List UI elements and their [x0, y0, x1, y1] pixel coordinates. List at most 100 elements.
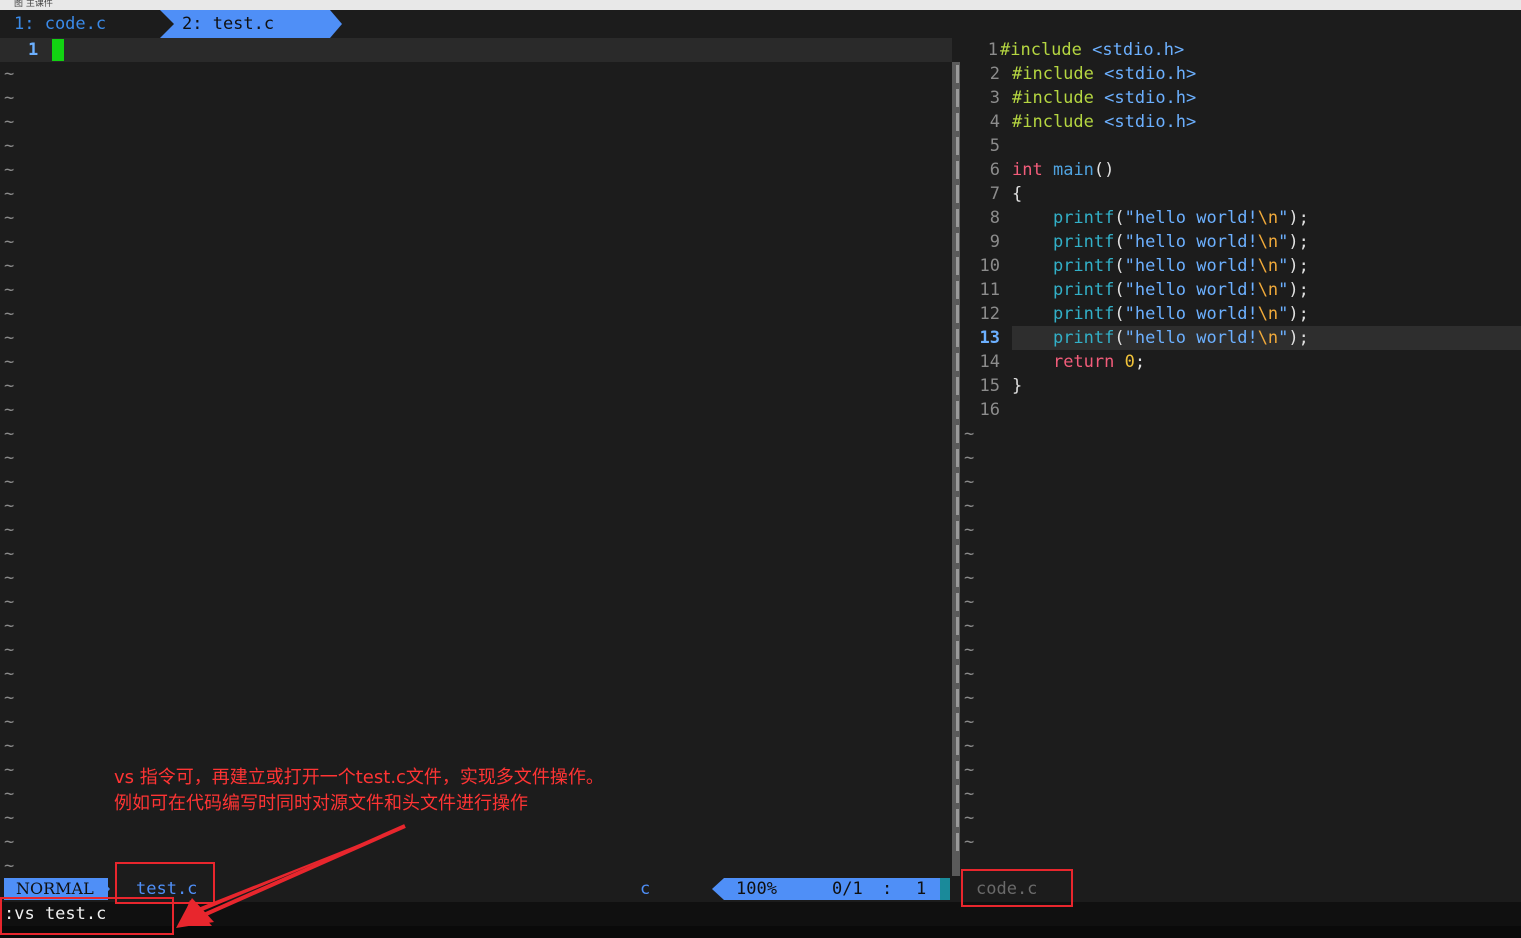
code-line: 5 — [956, 134, 1521, 158]
tilde-marker: ~ — [4, 784, 15, 804]
text-cursor — [52, 39, 64, 61]
code-text: int main() — [1012, 160, 1115, 180]
line-number: 11 — [979, 280, 1000, 300]
status-col-separator: : — [882, 879, 893, 899]
tilde-marker: ~ — [4, 712, 15, 732]
tilde-marker: ~ — [4, 376, 15, 396]
split-bar — [956, 281, 959, 299]
code-text: { — [1012, 184, 1023, 204]
line-number: 2 — [989, 64, 1000, 84]
tilde-marker: ~ — [4, 832, 15, 852]
code-line: 1 #include <stdio.h> — [960, 38, 1521, 62]
tilde-marker: ~ — [4, 304, 15, 324]
status-column: 1 — [916, 879, 927, 899]
split-bar — [956, 185, 959, 203]
code-text: #include <stdio.h> — [1000, 40, 1185, 60]
highlight-box-right-filename — [961, 869, 1073, 907]
line-number: 15 — [979, 376, 1000, 396]
code-line: 10 printf("hello world!\n"); — [956, 254, 1521, 278]
highlight-box-command — [0, 897, 174, 935]
command-line[interactable]: :vs test.c — [0, 902, 1521, 926]
right-editor-window[interactable]: 1 #include <stdio.h> 2 #include <stdio.h> 3 #… — [956, 38, 1521, 876]
split-bar — [956, 329, 959, 347]
code-line: 6 int main() — [956, 158, 1521, 182]
tilde-marker: ~ — [4, 568, 15, 588]
line-number: 8 — [989, 208, 1000, 228]
split-bar — [956, 161, 959, 179]
tilde-marker: ~ — [4, 544, 15, 564]
line-number: 14 — [979, 352, 1000, 372]
code-line: 11 printf("hello world!\n"); — [956, 278, 1521, 302]
split-bar — [956, 137, 959, 155]
position-arrow-icon — [712, 878, 724, 900]
annotation-line-2: 例如可在代码编写时同时对源文件和头文件进行操作 — [114, 793, 528, 814]
split-bar — [956, 113, 959, 131]
annotation-line-1: vs 指令可，再建立或打开一个test.c文件，实现多文件操作。 — [114, 767, 604, 788]
code-text: printf("hello world!\n"); — [1052, 208, 1309, 228]
line-number: 4 — [989, 112, 1000, 132]
line-number: 3 — [989, 88, 1000, 108]
line-number: 10 — [979, 256, 1000, 276]
code-text: printf("hello world!\n"); — [1052, 328, 1309, 348]
code-text: printf("hello world!\n"); — [1052, 304, 1309, 324]
split-bar — [956, 257, 959, 275]
line-number: 9 — [989, 232, 1000, 252]
left-editor-window[interactable]: 1 ~ ~ ~ ~ ~ ~ ~ ~ ~ ~ ~ ~ ~ ~ ~ ~ ~ ~ ~ ~ ~ ~ ~ ~ ~ ~ ~ ~ ~ ~ ~ ~ ~ ~ — [0, 38, 952, 876]
split-bar — [956, 401, 959, 419]
tab-test-c[interactable]: 2: test.c — [160, 10, 330, 38]
tilde-marker: ~ — [4, 64, 15, 84]
tilde-marker: ~ — [4, 448, 15, 468]
tab-arrow-icon — [330, 10, 342, 38]
window-titlebar: 图 主课件 — [0, 0, 1521, 10]
tilde-marker: ~ — [4, 88, 15, 108]
window-title: 图 主课件 — [14, 0, 53, 9]
tilde-marker: ~ — [4, 136, 15, 156]
code-line: 7{ — [956, 182, 1521, 206]
tilde-marker: ~ — [4, 616, 15, 636]
tilde-marker: ~ — [4, 232, 15, 252]
line-number: 16 — [979, 400, 1000, 420]
code-line: 9 printf("hello world!\n"); — [956, 230, 1521, 254]
code-line: 16 — [956, 398, 1521, 422]
split-bar — [956, 65, 959, 83]
code-line: 13 printf("hello world!\n"); — [956, 326, 1521, 350]
tilde-marker: ~ — [4, 808, 15, 828]
current-line-highlight — [0, 38, 952, 62]
tab-code-c[interactable]: 1: code.c — [0, 10, 160, 38]
line-number: 6 — [989, 160, 1000, 180]
split-bar — [956, 89, 959, 107]
tilde-marker: ~ — [4, 496, 15, 516]
annotation-note: vs 指令可，再建立或打开一个test.c文件，实现多文件操作。 例如可在代码编… — [114, 765, 604, 817]
code-line: 14 return 0; — [956, 350, 1521, 374]
split-bar — [956, 353, 959, 371]
tab-separator-icon — [160, 10, 174, 38]
line-number-current: 1 — [28, 40, 39, 60]
tilde-marker: ~ — [4, 688, 15, 708]
code-line: 3 #include <stdio.h> — [956, 86, 1521, 110]
code-text: #include <stdio.h> — [1012, 88, 1197, 108]
split-bar — [956, 305, 959, 323]
line-number: 5 — [989, 136, 1000, 156]
bottom-strip — [0, 926, 1521, 938]
tabline: 1: code.c 2: test.c — [0, 10, 1521, 38]
status-percent: 100% — [736, 879, 777, 899]
tilde-marker: ~ — [4, 592, 15, 612]
line-number: 13 — [979, 328, 1000, 348]
code-line: 2 #include <stdio.h> — [956, 62, 1521, 86]
code-text: printf("hello world!\n"); — [1052, 232, 1309, 252]
code-text: #include <stdio.h> — [1012, 64, 1197, 84]
tilde-marker: ~ — [4, 640, 15, 660]
tilde-marker: ~ — [4, 472, 15, 492]
split-bar — [956, 377, 959, 395]
tilde-marker: ~ — [4, 736, 15, 756]
tilde-marker: ~ — [4, 520, 15, 540]
split-bar — [956, 233, 959, 251]
code-text: printf("hello world!\n"); — [1052, 256, 1309, 276]
status-filetype: c — [640, 879, 651, 899]
tilde-marker: ~ — [4, 160, 15, 180]
tilde-marker: ~ — [4, 352, 15, 372]
tilde-marker: ~ — [4, 328, 15, 348]
line-number: 7 — [989, 184, 1000, 204]
code-line: 12 printf("hello world!\n"); — [956, 302, 1521, 326]
code-line: 8 printf("hello world!\n"); — [956, 206, 1521, 230]
